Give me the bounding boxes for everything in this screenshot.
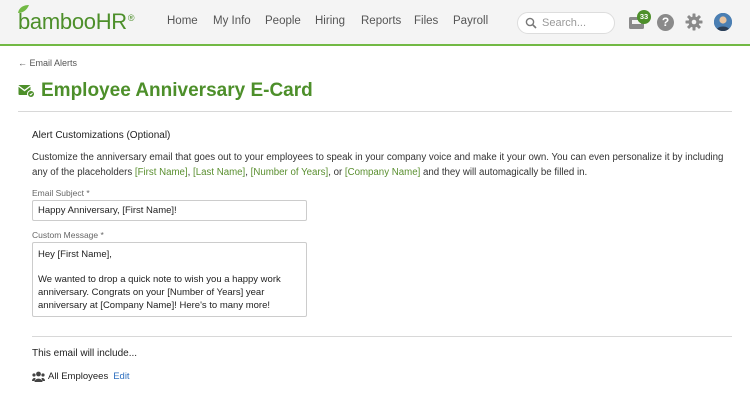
placeholder-first-name[interactable]: [First Name] bbox=[135, 167, 188, 178]
edit-recipients-link[interactable]: Edit bbox=[113, 371, 129, 382]
logo-text: bambooHR bbox=[18, 9, 127, 34]
placeholder-number-of-years[interactable]: [Number of Years] bbox=[251, 167, 329, 178]
section-divider bbox=[32, 336, 732, 337]
customizations-description: Customize the anniversary email that goe… bbox=[32, 151, 737, 180]
nav-item-reports[interactable]: Reports bbox=[361, 15, 401, 27]
ecard-icon bbox=[18, 85, 35, 98]
custom-message-line: anniversary. Congrats on your [Number of… bbox=[38, 287, 265, 298]
custom-message-label: Custom Message * bbox=[32, 230, 104, 240]
description-separator: , or bbox=[328, 166, 345, 178]
nav-item-hiring[interactable]: Hiring bbox=[315, 15, 345, 27]
header-divider bbox=[18, 111, 732, 112]
leaf-icon bbox=[18, 5, 29, 13]
search-input[interactable]: Search... bbox=[542, 17, 586, 29]
search-box[interactable]: Search... bbox=[517, 12, 615, 34]
back-to-email-alerts-link[interactable]: ← Email Alerts bbox=[18, 58, 77, 68]
description-text-end: and they will automagically be filled in… bbox=[420, 166, 588, 178]
top-navigation-bar: bambooHR ® Home My Info People Hiring Re… bbox=[0, 0, 750, 46]
custom-message-line: We wanted to drop a quick note to wish y… bbox=[38, 274, 281, 285]
user-avatar[interactable] bbox=[714, 13, 732, 31]
nav-item-my-info[interactable]: My Info bbox=[213, 15, 251, 27]
nav-item-home[interactable]: Home bbox=[167, 15, 198, 27]
bamboohr-logo[interactable]: bambooHR ® bbox=[18, 5, 135, 34]
inbox-count-badge: 33 bbox=[637, 10, 651, 24]
recipients-row: All Employees Edit bbox=[32, 371, 130, 382]
custom-message-line: Hey [First Name], bbox=[38, 249, 112, 260]
search-icon bbox=[525, 17, 537, 29]
help-icon[interactable]: ? bbox=[657, 14, 674, 31]
custom-message-blank-line bbox=[38, 261, 301, 273]
nav-item-payroll[interactable]: Payroll bbox=[453, 15, 488, 27]
customizations-section-title: Alert Customizations (Optional) bbox=[32, 130, 171, 141]
gear-icon[interactable] bbox=[685, 13, 703, 31]
custom-message-line: anniversary at [Company Name]! Here's to… bbox=[38, 300, 271, 311]
nav-item-files[interactable]: Files bbox=[414, 15, 438, 27]
placeholder-company-name[interactable]: [Company Name] bbox=[345, 167, 420, 178]
page-title: Employee Anniversary E-Card bbox=[41, 80, 313, 101]
custom-message-field[interactable]: Hey [First Name], We wanted to drop a qu… bbox=[32, 242, 307, 317]
people-group-icon bbox=[32, 371, 45, 382]
email-subject-label: Email Subject * bbox=[32, 188, 90, 198]
nav-item-people[interactable]: People bbox=[265, 15, 301, 27]
page-header: Employee Anniversary E-Card bbox=[18, 80, 313, 102]
user-photo bbox=[714, 13, 732, 31]
placeholder-last-name[interactable]: [Last Name] bbox=[193, 167, 245, 178]
include-section-title: This email will include... bbox=[32, 348, 138, 359]
logo-trademark: ® bbox=[127, 13, 135, 23]
recipients-label: All Employees bbox=[48, 371, 109, 382]
email-subject-field[interactable]: Happy Anniversary, [First Name]! bbox=[32, 200, 307, 221]
